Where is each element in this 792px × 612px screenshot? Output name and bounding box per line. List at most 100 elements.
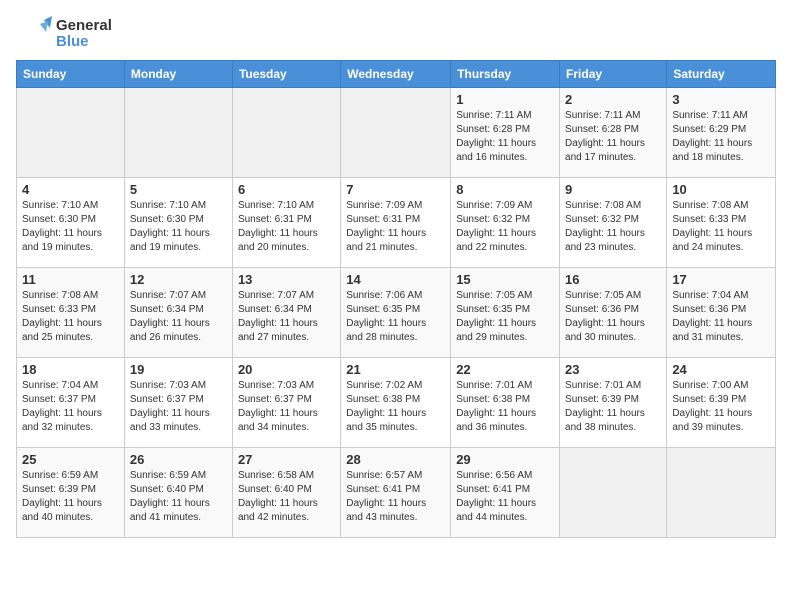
day-number: 27: [238, 452, 335, 467]
day-number: 29: [456, 452, 554, 467]
calendar-cell: 10 Sunrise: 7:08 AM Sunset: 6:33 PM Dayli…: [667, 178, 776, 268]
day-info: Sunrise: 6:57 AM Sunset: 6:41 PM Dayligh…: [346, 469, 445, 525]
calendar-cell: 14Sunrise: 7:06 AM Sunset: 6:35 PM Dayli…: [341, 268, 451, 358]
calendar-cell: 29 Sunrise: 6:56 AM Sunset: 6:41 PM Dayli…: [451, 448, 560, 538]
day-info: Sunrise: 7:10 AM Sunset: 6:30 PM Dayligh…: [22, 199, 119, 255]
logo: General Blue: [16, 16, 112, 52]
day-info: Sunrise: 7:00 AM Sunset: 6:39 PM Dayligh…: [672, 379, 770, 435]
calendar-cell: 18Sunrise: 7:04 AM Sunset: 6:37 PM Dayli…: [17, 358, 125, 448]
day-info: Sunrise: 7:11 AM Sunset: 6:29 PM Dayligh…: [672, 109, 770, 165]
calendar-cell: 11 Sunrise: 7:08 AM Sunset: 6:33 PM Dayli…: [17, 268, 125, 358]
calendar-cell: [341, 88, 451, 178]
calendar-table: SundayMondayTuesdayWednesdayThursdayFrid…: [16, 60, 776, 538]
day-number: 7: [346, 182, 445, 197]
calendar-cell: 7 Sunrise: 7:09 AM Sunset: 6:31 PM Daylig…: [341, 178, 451, 268]
calendar-cell: 16 Sunrise: 7:05 AM Sunset: 6:36 PM Dayli…: [560, 268, 667, 358]
day-number: 16: [565, 272, 661, 287]
day-info: Sunrise: 7:06 AM Sunset: 6:35 PM Dayligh…: [346, 289, 445, 345]
day-info: Sunrise: 7:08 AM Sunset: 6:33 PM Dayligh…: [672, 199, 770, 255]
day-number: 21: [346, 362, 445, 377]
day-info: Sunrise: 7:05 AM Sunset: 6:35 PM Dayligh…: [456, 289, 554, 345]
calendar-cell: 13Sunrise: 7:07 AM Sunset: 6:34 PM Dayli…: [232, 268, 340, 358]
day-info: Sunrise: 6:56 AM Sunset: 6:41 PM Dayligh…: [456, 469, 554, 525]
day-info: Sunrise: 7:08 AM Sunset: 6:32 PM Dayligh…: [565, 199, 661, 255]
calendar-cell: 5 Sunrise: 7:10 AM Sunset: 6:30 PM Daylig…: [124, 178, 232, 268]
day-number: 5: [130, 182, 227, 197]
day-info: Sunrise: 7:10 AM Sunset: 6:30 PM Dayligh…: [130, 199, 227, 255]
calendar-cell: 2 Sunrise: 7:11 AM Sunset: 6:28 PM Daylig…: [560, 88, 667, 178]
day-info: Sunrise: 7:03 AM Sunset: 6:37 PM Dayligh…: [130, 379, 227, 435]
calendar-cell: 8 Sunrise: 7:09 AM Sunset: 6:32 PM Daylig…: [451, 178, 560, 268]
calendar-week-3: 11 Sunrise: 7:08 AM Sunset: 6:33 PM Dayli…: [17, 268, 776, 358]
day-header-friday: Friday: [560, 61, 667, 88]
day-info: Sunrise: 7:01 AM Sunset: 6:39 PM Dayligh…: [565, 379, 661, 435]
calendar-cell: 4Sunrise: 7:10 AM Sunset: 6:30 PM Daylig…: [17, 178, 125, 268]
day-info: Sunrise: 7:08 AM Sunset: 6:33 PM Dayligh…: [22, 289, 119, 345]
calendar-cell: 3 Sunrise: 7:11 AM Sunset: 6:29 PM Daylig…: [667, 88, 776, 178]
calendar-cell: 12 Sunrise: 7:07 AM Sunset: 6:34 PM Dayli…: [124, 268, 232, 358]
day-info: Sunrise: 7:07 AM Sunset: 6:34 PM Dayligh…: [130, 289, 227, 345]
calendar-cell: [124, 88, 232, 178]
calendar-cell: 23 Sunrise: 7:01 AM Sunset: 6:39 PM Dayli…: [560, 358, 667, 448]
calendar-cell: [560, 448, 667, 538]
day-header-monday: Monday: [124, 61, 232, 88]
day-header-thursday: Thursday: [451, 61, 560, 88]
calendar-week-5: 25Sunrise: 6:59 AM Sunset: 6:39 PM Dayli…: [17, 448, 776, 538]
day-header-tuesday: Tuesday: [232, 61, 340, 88]
day-number: 23: [565, 362, 661, 377]
day-info: Sunrise: 7:02 AM Sunset: 6:38 PM Dayligh…: [346, 379, 445, 435]
day-info: Sunrise: 7:09 AM Sunset: 6:31 PM Dayligh…: [346, 199, 445, 255]
day-info: Sunrise: 7:07 AM Sunset: 6:34 PM Dayligh…: [238, 289, 335, 345]
calendar-cell: 15 Sunrise: 7:05 AM Sunset: 6:35 PM Dayli…: [451, 268, 560, 358]
day-number: 1: [456, 92, 554, 107]
day-number: 12: [130, 272, 227, 287]
day-number: 22: [456, 362, 554, 377]
logo-bird-icon: [16, 16, 52, 52]
day-number: 8: [456, 182, 554, 197]
day-number: 15: [456, 272, 554, 287]
day-number: 19: [130, 362, 227, 377]
calendar-cell: 25Sunrise: 6:59 AM Sunset: 6:39 PM Dayli…: [17, 448, 125, 538]
day-info: Sunrise: 7:01 AM Sunset: 6:38 PM Dayligh…: [456, 379, 554, 435]
calendar-cell: 24Sunrise: 7:00 AM Sunset: 6:39 PM Dayli…: [667, 358, 776, 448]
day-number: 20: [238, 362, 335, 377]
day-info: Sunrise: 7:05 AM Sunset: 6:36 PM Dayligh…: [565, 289, 661, 345]
day-number: 28: [346, 452, 445, 467]
calendar-cell: 26 Sunrise: 6:59 AM Sunset: 6:40 PM Dayli…: [124, 448, 232, 538]
day-info: Sunrise: 7:03 AM Sunset: 6:37 PM Dayligh…: [238, 379, 335, 435]
logo-blue: Blue: [56, 34, 112, 51]
calendar-cell: 22 Sunrise: 7:01 AM Sunset: 6:38 PM Dayli…: [451, 358, 560, 448]
day-info: Sunrise: 7:09 AM Sunset: 6:32 PM Dayligh…: [456, 199, 554, 255]
calendar-cell: 6Sunrise: 7:10 AM Sunset: 6:31 PM Daylig…: [232, 178, 340, 268]
day-info: Sunrise: 7:11 AM Sunset: 6:28 PM Dayligh…: [565, 109, 661, 165]
calendar-cell: [17, 88, 125, 178]
day-info: Sunrise: 7:10 AM Sunset: 6:31 PM Dayligh…: [238, 199, 335, 255]
day-number: 25: [22, 452, 119, 467]
day-number: 3: [672, 92, 770, 107]
day-header-sunday: Sunday: [17, 61, 125, 88]
day-number: 18: [22, 362, 119, 377]
calendar-cell: [232, 88, 340, 178]
day-number: 10: [672, 182, 770, 197]
day-number: 9: [565, 182, 661, 197]
day-header-saturday: Saturday: [667, 61, 776, 88]
day-info: Sunrise: 6:59 AM Sunset: 6:40 PM Dayligh…: [130, 469, 227, 525]
calendar-week-4: 18Sunrise: 7:04 AM Sunset: 6:37 PM Dayli…: [17, 358, 776, 448]
calendar-body: 1 Sunrise: 7:11 AM Sunset: 6:28 PM Daylig…: [17, 88, 776, 538]
calendar-cell: 28 Sunrise: 6:57 AM Sunset: 6:41 PM Dayli…: [341, 448, 451, 538]
day-info: Sunrise: 7:11 AM Sunset: 6:28 PM Dayligh…: [456, 109, 554, 165]
calendar-cell: 21 Sunrise: 7:02 AM Sunset: 6:38 PM Dayli…: [341, 358, 451, 448]
page-header: General Blue: [16, 16, 776, 52]
day-number: 2: [565, 92, 661, 107]
day-info: Sunrise: 7:04 AM Sunset: 6:36 PM Dayligh…: [672, 289, 770, 345]
day-number: 26: [130, 452, 227, 467]
calendar-cell: 9 Sunrise: 7:08 AM Sunset: 6:32 PM Daylig…: [560, 178, 667, 268]
day-number: 17: [672, 272, 770, 287]
day-header-wednesday: Wednesday: [341, 61, 451, 88]
header-row: SundayMondayTuesdayWednesdayThursdayFrid…: [17, 61, 776, 88]
calendar-cell: 20 Sunrise: 7:03 AM Sunset: 6:37 PM Dayli…: [232, 358, 340, 448]
calendar-cell: 27Sunrise: 6:58 AM Sunset: 6:40 PM Dayli…: [232, 448, 340, 538]
calendar-header: SundayMondayTuesdayWednesdayThursdayFrid…: [17, 61, 776, 88]
logo-general: General: [56, 18, 112, 35]
day-number: 11: [22, 272, 119, 287]
